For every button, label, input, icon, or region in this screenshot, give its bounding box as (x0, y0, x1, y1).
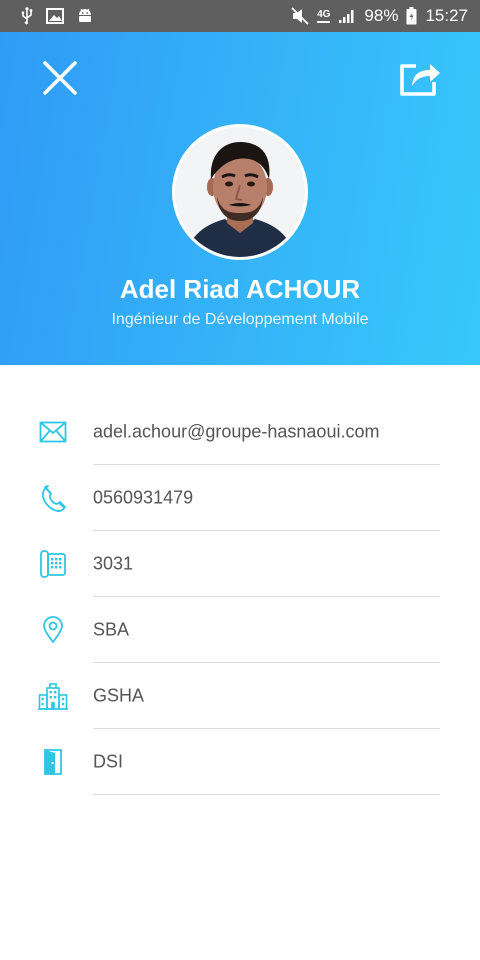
email-icon (38, 417, 68, 447)
signal-icon (338, 8, 356, 24)
contact-email-row[interactable]: adel.achour@groupe-hasnaoui.com (0, 399, 480, 465)
profile-header: Adel Riad ACHOUR Ingénieur de Développem… (0, 32, 480, 365)
status-bar-left (20, 7, 94, 25)
profile-name: Adel Riad ACHOUR (119, 274, 361, 304)
location-pin-icon (38, 615, 68, 645)
share-icon (398, 58, 442, 98)
contact-company-row[interactable]: GSHA (0, 663, 480, 729)
contact-department-row[interactable]: DSI (0, 729, 480, 795)
image-icon (46, 8, 64, 24)
contact-details-list: adel.achour@groupe-hasnaoui.com 05609314… (0, 399, 480, 795)
contact-phone-text: 0560931479 (93, 487, 194, 508)
contact-location-text: SBA (93, 619, 130, 640)
contact-company-text: GSHA (93, 685, 145, 706)
contact-extension-text: 3031 (93, 553, 134, 574)
building-icon (38, 681, 68, 711)
contact-phone-row[interactable]: 0560931479 (0, 465, 480, 531)
contact-extension-row[interactable]: 3031 (0, 531, 480, 597)
contact-location-row[interactable]: SBA (0, 597, 480, 663)
avatar (172, 124, 308, 260)
usb-icon (20, 7, 34, 25)
row-divider (93, 794, 440, 795)
status-bar-right: 4G 98% 15:27 (291, 6, 468, 26)
contact-department-text: DSI (93, 751, 124, 772)
avatar-photo (175, 127, 305, 257)
battery-percent: 98% (364, 6, 399, 25)
status-time: 15:27 (425, 6, 468, 25)
profile-role: Ingénieur de Développement Mobile (111, 311, 369, 328)
door-icon (38, 747, 68, 777)
phone-icon (38, 483, 68, 513)
network-4g-icon: 4G (317, 9, 331, 23)
desk-phone-icon (38, 549, 68, 579)
status-bar: 4G 98% 15:27 (0, 0, 480, 32)
close-icon (41, 59, 79, 97)
battery-icon (406, 7, 417, 25)
android-icon (76, 7, 94, 25)
mute-icon (291, 7, 309, 25)
close-button[interactable] (38, 56, 82, 100)
network-label: 4G (317, 9, 331, 23)
contact-email-text: adel.achour@groupe-hasnaoui.com (93, 421, 380, 442)
share-button[interactable] (396, 54, 444, 102)
